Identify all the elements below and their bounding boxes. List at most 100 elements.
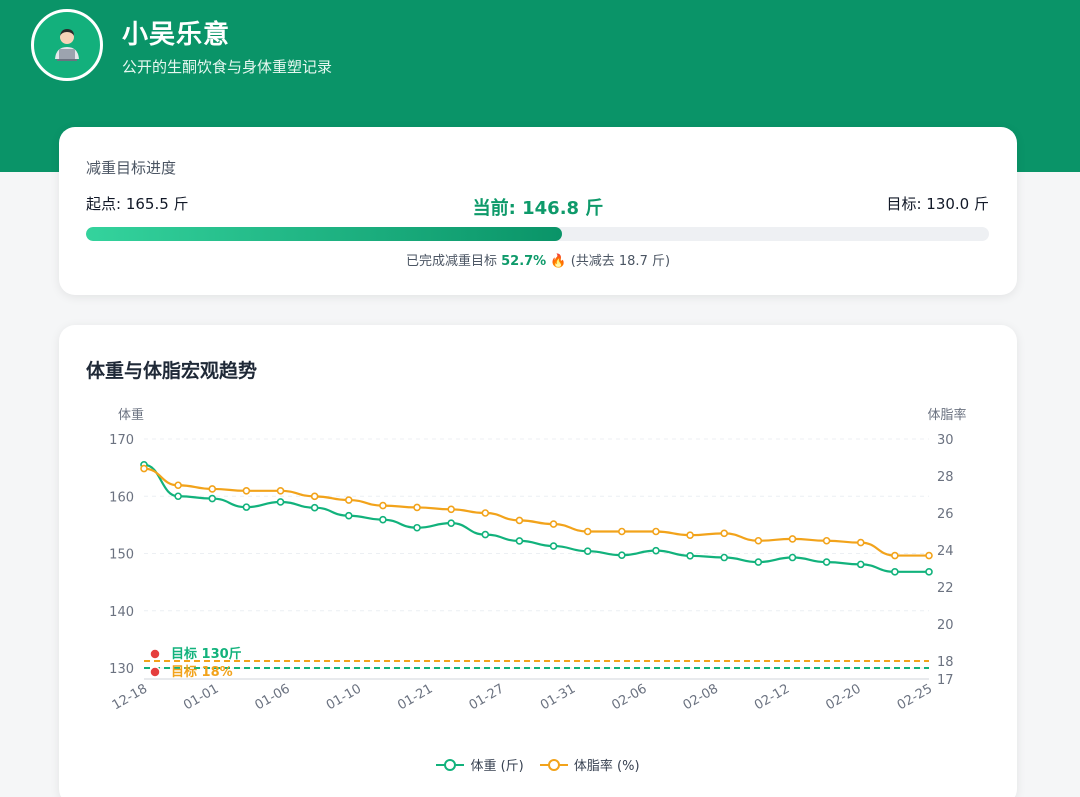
series-line [143,463,929,573]
x-tick-label: 02-08 [681,681,721,713]
trend-chart: 130 140 150 160 170 17 18 20 22 24 26 28 30 体重 体脂率 12-1… [109,407,966,713]
progress-percent: 52.7% [501,254,547,269]
data-point [413,503,421,512]
current-weight: 当前: 146.8 斤 [472,198,604,219]
data-point [481,509,490,517]
data-point [174,481,182,490]
x-tick-label: 02-25 [895,681,935,713]
data-point [276,498,285,506]
legend-label-weight: 体重 (斤) [470,759,524,774]
data-point [686,531,694,539]
x-tick-label: 01-10 [324,681,364,713]
data-point [140,464,148,473]
y-axis-label-left: 体重 [118,407,144,423]
data-point [413,523,421,532]
y-tick-label-right: 28 [937,470,954,485]
data-point [720,529,729,538]
data-point [310,492,319,501]
laptop-person-icon [55,29,79,61]
data-point [856,538,865,547]
x-tick-label: 01-06 [253,681,293,713]
data-point [891,568,899,576]
y-tick-label-right: 24 [937,544,954,559]
data-point [344,511,353,520]
progress-card: 减重目标进度 起点: 165.5 斤 当前: 146.8 斤 目标: 130.0… [59,127,1017,295]
x-tick-label: 01-21 [395,681,435,713]
data-point [720,553,729,562]
chart-legend: 体重 (斤) 体脂率 (%) [59,755,1017,776]
legend-line-icon [436,758,465,771]
data-point [242,487,251,495]
data-point [481,530,490,539]
progress-note-suffix: (共减去 18.7 斤) [570,254,671,269]
y-tick-label-right: 20 [937,618,954,633]
data-point [515,537,524,545]
data-point [344,496,353,504]
data-point [379,501,387,510]
data-point [174,492,182,501]
data-point [754,558,763,566]
legend-label-bodyfat: 体脂率 (%) [573,759,640,774]
site-title: 小吴乐意 [122,20,231,50]
x-tick-label: 02-06 [609,681,649,713]
data-point [447,505,455,514]
site-subtitle: 公开的生酮饮食与身体重塑记录 [122,58,333,76]
fire-icon: 🔥 [550,254,567,269]
data-point [618,551,626,560]
target-icon [149,648,161,660]
x-tick-label: 01-31 [538,681,578,713]
target-line-label: 目标 130斤 [171,646,242,662]
data-point [686,551,694,560]
data-point [583,527,592,536]
target-line-label: 目标 18% [171,664,233,680]
data-point [549,542,558,550]
x-tick-label: 02-12 [752,681,792,713]
data-point [310,503,319,512]
progress-bar-fill [86,227,562,241]
y-tick-label-right: 26 [937,507,954,522]
data-point [788,553,797,562]
y-tick-label-right: 18 [937,655,954,670]
y-tick-label-left: 160 [109,490,134,505]
avatar [31,9,103,81]
y-tick-label-right: 22 [937,581,954,596]
data-point [242,503,251,511]
progress-note-prefix: 已完成减重目标 [405,254,497,269]
y-tick-label-left: 170 [109,433,134,448]
x-tick-label: 01-27 [467,681,507,713]
data-point [788,535,797,543]
data-point [652,527,660,536]
x-tick-label: 01-01 [181,681,221,713]
data-point [379,515,387,524]
data-point [652,546,660,555]
legend-item-weight[interactable]: 体重 (斤) [436,755,524,774]
data-point [276,487,285,495]
target-weight: 目标: 130.0 斤 [886,195,989,213]
data-point [447,519,455,527]
progress-bar [86,227,989,241]
data-point [822,536,831,545]
data-point [208,494,217,503]
y-tick-label-left: 140 [109,605,134,620]
data-point [925,568,933,576]
progress-note: 已完成减重目标 52.7% 🔥 (共减去 18.7 斤) [59,250,1017,269]
data-point [822,558,831,566]
y-axis-label-right: 体脂率 [927,407,966,423]
progress-title: 减重目标进度 [86,159,177,177]
data-point [891,551,899,560]
y-tick-label-left: 130 [109,662,134,677]
x-tick-label: 02-20 [823,681,863,713]
data-point [515,516,524,525]
x-tick-label: 12-18 [110,681,150,713]
chart-card: 体重与体脂宏观趋势 130 140 150 160 170 17 18 20 22 24 26 28 3… [59,325,1017,797]
target-icon [149,666,161,678]
data-point [583,547,592,556]
y-tick-label-left: 150 [109,548,134,563]
data-point [208,485,217,493]
data-point [618,527,626,536]
data-point [856,560,865,569]
y-tick-label-right: 17 [937,673,954,688]
legend-item-bodyfat[interactable]: 体脂率 (%) [539,755,640,774]
legend-line-icon [539,758,568,771]
y-tick-label-right: 30 [937,433,954,448]
